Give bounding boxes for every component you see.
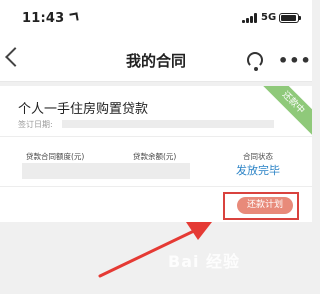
contract-amount-label: 贷款合同额度(元)	[26, 152, 85, 161]
nav-bar: 我的合同 •••	[0, 36, 312, 82]
contract-status-value: 发放完毕	[236, 164, 280, 177]
sign-date-label: 签订日期:	[18, 120, 53, 129]
divider	[0, 186, 312, 187]
customer-service-icon[interactable]	[247, 52, 263, 71]
amount-values-redacted	[22, 163, 190, 179]
sign-date-redacted	[62, 120, 274, 128]
more-icon[interactable]: •••	[278, 51, 312, 70]
page-title: 我的合同	[125, 52, 186, 70]
repay-plan-button[interactable]: 还款计划	[237, 197, 293, 214]
status-bar: 11:43 5G	[0, 0, 312, 36]
location-arrow-icon	[69, 12, 79, 22]
status-time: 11:43	[22, 11, 65, 26]
contract-status-label: 合同状态	[243, 152, 273, 161]
status-badge: 还款中	[257, 86, 312, 139]
signal-icon	[242, 13, 258, 23]
loan-title: 个人一手住房购置贷款	[18, 102, 149, 117]
network-type: 5G	[261, 12, 277, 23]
battery-icon	[279, 13, 301, 23]
status-badge-label: 还款中	[279, 89, 307, 117]
loan-balance-label: 贷款余额(元)	[133, 152, 177, 161]
contract-card[interactable]: 还款中 个人一手住房购置贷款 签订日期: 贷款合同额度(元) 贷款余额(元) 合…	[0, 86, 312, 222]
divider	[0, 136, 312, 137]
watermark: Bai 经验	[168, 252, 241, 271]
